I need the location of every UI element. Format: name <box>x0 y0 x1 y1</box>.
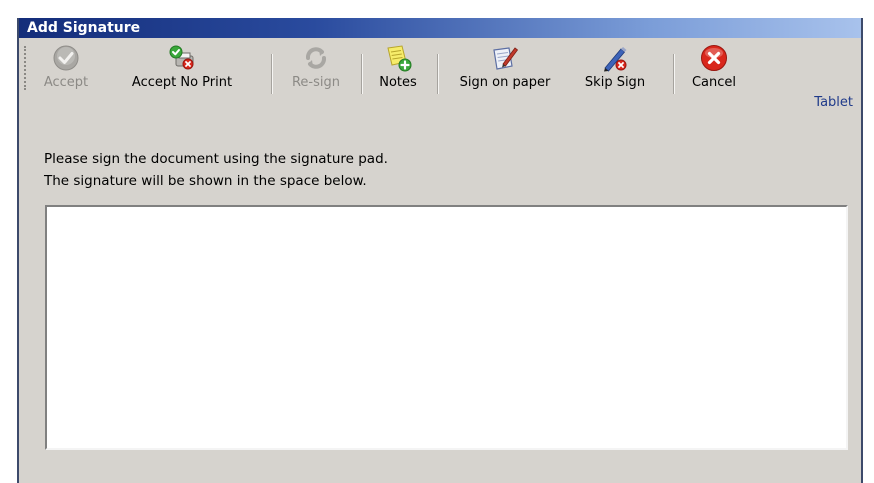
accept-no-print-icon <box>169 45 194 70</box>
re-sign-button[interactable]: Re-sign <box>277 38 355 98</box>
re-sign-button-label: Re-sign <box>291 75 340 90</box>
sign-on-paper-button-label: Sign on paper <box>459 75 551 90</box>
accept-button[interactable]: Accept <box>31 38 101 98</box>
pen-skip-icon <box>604 47 627 72</box>
cancel-icon <box>701 45 727 71</box>
cancel-button[interactable]: Cancel <box>679 38 749 98</box>
tablet-link[interactable]: Tablet <box>814 95 853 110</box>
notes-button-label: Notes <box>379 75 417 90</box>
toolbar-separator <box>673 54 675 94</box>
refresh-icon <box>306 47 326 69</box>
skip-sign-button[interactable]: Skip Sign <box>575 38 655 98</box>
cancel-button-label: Cancel <box>691 75 737 90</box>
toolbar-separator <box>271 54 273 94</box>
dialog-title-bar: Add Signature <box>19 18 861 38</box>
notes-button[interactable]: Notes <box>367 38 429 98</box>
instructions-text: Please sign the document using the signa… <box>44 148 388 192</box>
sign-paper-icon <box>493 47 519 70</box>
notes-add-icon <box>387 45 412 72</box>
dialog-title: Add Signature <box>27 20 141 36</box>
instruction-line-1: Please sign the document using the signa… <box>44 151 388 167</box>
accept-button-label: Accept <box>43 75 89 90</box>
toolbar-separator <box>361 54 363 94</box>
check-circle-icon <box>53 45 79 71</box>
skip-sign-button-label: Skip Sign <box>584 75 646 90</box>
sign-on-paper-button[interactable]: Sign on paper <box>443 38 567 98</box>
signature-pad-area[interactable] <box>45 205 848 450</box>
add-signature-dialog: Add Signature Accept Accept No Print Re-… <box>17 18 863 483</box>
accept-no-print-button[interactable]: Accept No Print <box>107 38 257 98</box>
instruction-line-2: The signature will be shown in the space… <box>44 173 367 189</box>
toolbar-separator <box>437 54 439 94</box>
accept-no-print-button-label: Accept No Print <box>131 75 233 90</box>
toolbar-grip[interactable] <box>24 46 28 90</box>
toolbar: Accept Accept No Print Re-sign Notes Sig… <box>19 38 861 110</box>
